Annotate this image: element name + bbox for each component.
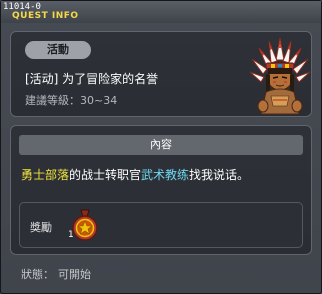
quest-status: 狀態： 可開始 <box>21 266 91 282</box>
recommended-level: 建議等級：30~34 <box>25 92 117 108</box>
native-chief-portrait-icon <box>249 37 311 115</box>
reward-label: 獎勵 <box>30 221 52 234</box>
reward-box: 獎勵 1 <box>19 202 303 248</box>
level-label: 建議等級： <box>25 94 80 107</box>
dialog-text-segment: 的战士转职官 <box>69 168 142 182</box>
title-bar[interactable]: 11014-0 QUEST INFO <box>1 1 321 23</box>
status-label: 狀態： <box>21 268 54 281</box>
location-highlight: 勇士部落 <box>21 168 70 182</box>
window-title: QUEST INFO <box>12 11 79 21</box>
status-value: 可開始 <box>58 268 91 281</box>
content-header: 內容 <box>19 135 303 155</box>
level-range: 30~34 <box>80 94 118 107</box>
quest-summary-panel: 活動 [活动] 为了冒险家的名誉 建議等級：30~34 <box>10 31 312 117</box>
quest-category-badge: 活動 <box>25 41 91 59</box>
npc-highlight: 武术教练 <box>141 168 190 182</box>
reward-item-count: 1 <box>68 230 74 240</box>
quest-content-panel: 內容 勇士部落的战士转职官武术教练找我说话。 獎勵 1 <box>10 125 312 255</box>
dialog-text-segment: 找我说话。 <box>189 168 250 182</box>
quest-dialog-text: 勇士部落的战士转职官武术教练找我说话。 <box>21 166 249 183</box>
quest-name: [活动] 为了冒险家的名誉 <box>25 72 159 86</box>
quest-info-window: 11014-0 QUEST INFO 活動 [活动] 为了冒险家的名誉 建議等級… <box>0 0 322 294</box>
